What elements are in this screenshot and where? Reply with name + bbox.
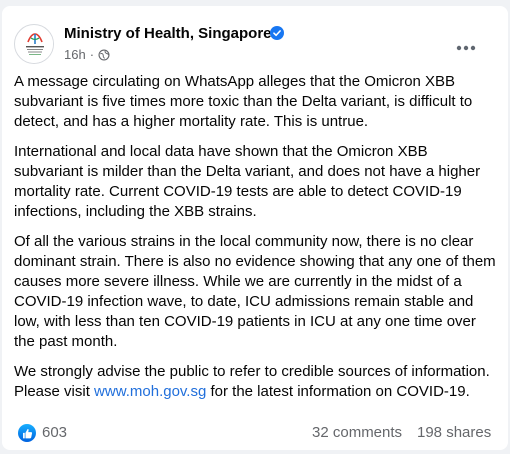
page-name-link[interactable]: Ministry of Health, Singapore	[64, 25, 272, 42]
comments-count-link[interactable]: 32 comments	[312, 424, 402, 441]
more-options-button[interactable]	[448, 30, 484, 66]
page-avatar[interactable]	[14, 24, 54, 64]
shares-count-link[interactable]: 198 shares	[417, 424, 491, 441]
post-card: Ministry of Health, Singapore 16h · A me…	[2, 6, 508, 450]
post-meta: 16h ·	[64, 47, 110, 62]
post-stats-bar: 603 32 comments 198 shares	[2, 420, 508, 444]
post-body: A message circulating on WhatsApp allege…	[14, 72, 498, 412]
post-paragraph-1: A message circulating on WhatsApp allege…	[14, 73, 473, 130]
globe-icon	[98, 48, 110, 61]
post-timestamp[interactable]: 16h	[64, 47, 86, 62]
reaction-count[interactable]: 603	[42, 424, 67, 441]
post-paragraph-3: Of all the various strains in the local …	[14, 233, 496, 350]
moh-logo-icon	[16, 26, 53, 63]
post-paragraph-2: International and local data have shown …	[14, 143, 481, 220]
verified-badge-icon	[270, 26, 284, 40]
moh-website-link[interactable]: www.moh.gov.sg	[94, 383, 206, 400]
thumbs-up-icon	[22, 428, 32, 438]
paragraph-4-text-after: for the latest information on COVID-19.	[206, 383, 470, 400]
more-options-icon	[456, 45, 476, 51]
post-paragraph-4: We strongly advise the public to refer t…	[14, 362, 498, 402]
meta-separator: ·	[89, 47, 95, 62]
post-header: Ministry of Health, Singapore 16h ·	[2, 6, 508, 74]
like-icon[interactable]	[18, 424, 36, 442]
